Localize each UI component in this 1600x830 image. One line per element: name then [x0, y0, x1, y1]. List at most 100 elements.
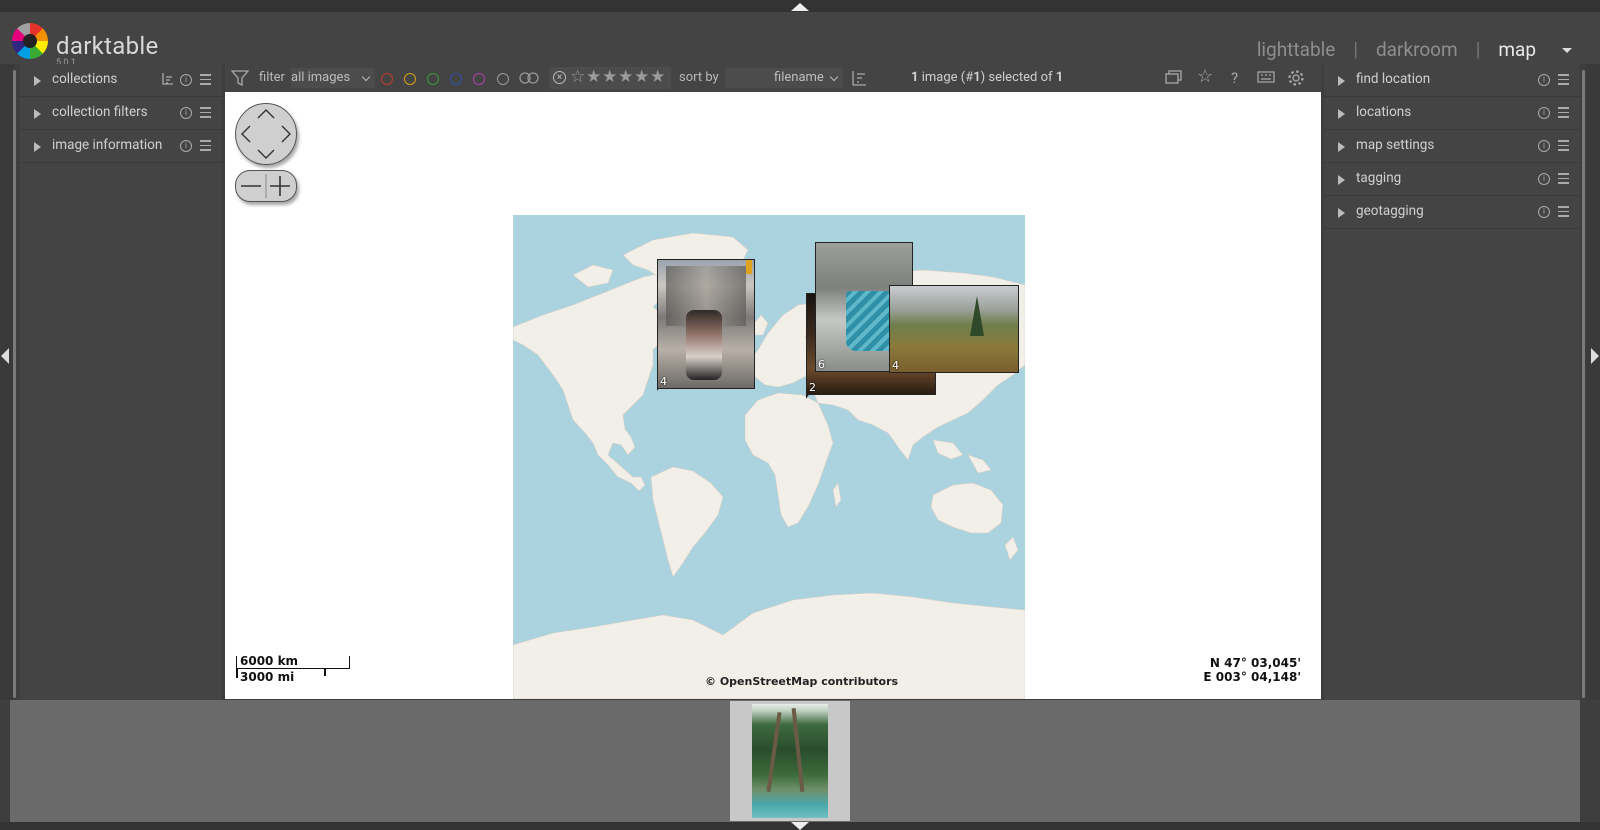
expand-arrow-icon[interactable] [34, 109, 41, 119]
star-3-icon[interactable]: ★ [618, 67, 633, 87]
sort-dropdown[interactable]: filename [725, 68, 843, 88]
presets-menu-icon[interactable] [1558, 140, 1569, 151]
pan-arrows-icon[interactable] [236, 104, 296, 164]
presets-menu-icon[interactable] [200, 140, 211, 151]
expand-arrow-icon[interactable] [1338, 142, 1345, 152]
star-2-icon[interactable]: ★ [602, 67, 617, 87]
rating-filter[interactable]: × ☆ ★ ★ ★ ★ ★ [549, 67, 671, 89]
info-icon[interactable]: i [180, 140, 192, 152]
image-pin-street[interactable]: 4 [657, 259, 755, 389]
info-icon[interactable]: i [1538, 140, 1550, 152]
preferences-gear-icon[interactable] [1287, 69, 1305, 87]
color-label-operator-icon[interactable] [519, 72, 539, 84]
module-label: collections [52, 71, 118, 87]
color-label-green-icon[interactable] [427, 73, 439, 85]
app-name: darktable [56, 32, 159, 60]
coordinate-longitude: E 003° 04,148' [1203, 670, 1301, 684]
color-label-none-icon[interactable] [497, 73, 509, 85]
image-pin-landscape[interactable]: 4 [889, 285, 1019, 373]
map-attribution: © OpenStreetMap contributors [705, 675, 899, 688]
info-icon[interactable]: i [1538, 107, 1550, 119]
view-darkroom[interactable]: darkroom [1376, 38, 1458, 61]
view-map[interactable]: map [1498, 38, 1536, 61]
view-menu-dropdown-icon[interactable] [1562, 48, 1572, 53]
selection-count: 1 image (#1) selected of 1 [911, 70, 1064, 85]
star-5-icon[interactable]: ★ [650, 67, 665, 87]
left-panel: collections i collection filters i image… [20, 64, 222, 700]
collapse-bottom-panel-arrow-icon[interactable] [791, 822, 809, 830]
overlays-star-icon[interactable]: ☆ [1197, 66, 1213, 87]
presets-menu-icon[interactable] [1558, 74, 1569, 85]
presets-menu-icon[interactable] [1558, 107, 1569, 118]
right-panel: find location i locations i map settings… [1324, 64, 1580, 700]
grouping-icon[interactable] [1165, 69, 1183, 85]
collapse-right-panel-arrow-icon[interactable] [1591, 348, 1599, 364]
module-geotagging[interactable]: geotagging i [1324, 196, 1580, 229]
view-switcher: lighttable | darkroom | map [1257, 38, 1536, 61]
expand-arrow-icon[interactable] [1338, 175, 1345, 185]
color-label-purple-icon[interactable] [473, 73, 485, 85]
left-panel-scrollbar[interactable] [13, 70, 16, 698]
pan-control[interactable] [235, 103, 297, 165]
header: darktable 5.0.1 lighttable | darkroom | … [0, 12, 1600, 68]
star-4-icon[interactable]: ★ [634, 67, 649, 87]
cursor-coordinates: N 47° 03,045' E 003° 04,148' [1203, 656, 1301, 684]
presets-menu-icon[interactable] [1558, 173, 1569, 184]
module-map-settings[interactable]: map settings i [1324, 130, 1580, 163]
darktable-logo-icon [12, 23, 48, 59]
scale-km: 6000 km [240, 654, 299, 668]
expand-arrow-icon[interactable] [34, 142, 41, 152]
chevron-down-icon [829, 72, 839, 82]
not-rated-icon[interactable]: ☆ [570, 67, 585, 87]
filter-dropdown[interactable]: all images [291, 68, 375, 88]
reject-icon[interactable]: × [553, 71, 566, 84]
star-1-icon[interactable]: ★ [586, 67, 601, 87]
info-icon[interactable]: i [1538, 74, 1550, 86]
color-label-blue-icon[interactable] [450, 73, 462, 85]
info-icon[interactable]: i [1538, 206, 1550, 218]
module-label: image information [52, 137, 163, 153]
zoom-in-icon[interactable] [270, 176, 290, 196]
view-lighttable[interactable]: lighttable [1257, 38, 1336, 61]
module-tagging[interactable]: tagging i [1324, 163, 1580, 196]
module-collection-filters[interactable]: collection filters i [20, 97, 222, 130]
coordinate-latitude: N 47° 03,045' [1209, 656, 1301, 670]
zoom-control[interactable] [235, 170, 297, 202]
filter-icon[interactable] [231, 70, 249, 86]
expand-arrow-icon[interactable] [1338, 109, 1345, 119]
presets-menu-icon[interactable] [200, 107, 211, 118]
filmstrip-thumbnail[interactable] [730, 701, 850, 821]
module-label: map settings [1356, 137, 1435, 153]
info-icon[interactable]: i [180, 74, 192, 86]
expand-arrow-icon[interactable] [1338, 208, 1345, 218]
scale-mi: 3000 mi [240, 670, 295, 684]
collapse-left-panel-arrow-icon[interactable] [1, 348, 9, 364]
right-border [1586, 64, 1600, 700]
keyboard-shortcuts-icon[interactable] [1257, 71, 1275, 83]
sort-icon[interactable] [162, 73, 174, 85]
thumbnail-image [752, 704, 828, 818]
map-canvas[interactable]: 4 2 6 4 6000 km 3000 mi N 47° 03,045' E … [225, 92, 1321, 699]
info-icon[interactable]: i [1538, 173, 1550, 185]
module-locations[interactable]: locations i [1324, 97, 1580, 130]
module-find-location[interactable]: find location i [1324, 64, 1580, 97]
pin-count: 2 [809, 381, 816, 394]
presets-menu-icon[interactable] [200, 74, 211, 85]
info-icon[interactable]: i [180, 107, 192, 119]
color-label-red-icon[interactable] [381, 73, 393, 85]
help-icon[interactable]: ? [1231, 69, 1238, 87]
color-label-yellow-icon[interactable] [404, 73, 416, 85]
module-label: collection filters [52, 104, 148, 120]
expand-arrow-icon[interactable] [34, 76, 41, 86]
sort-order-icon[interactable] [851, 70, 867, 86]
collapse-top-panel-arrow-icon[interactable] [791, 3, 809, 11]
expand-arrow-icon[interactable] [1338, 76, 1345, 86]
top-toolbar: filter all images × ☆ ★ ★ ★ ★ ★ sort by … [225, 64, 1321, 92]
right-panel-scrollbar[interactable] [1582, 70, 1585, 698]
module-image-information[interactable]: image information i [20, 130, 222, 163]
presets-menu-icon[interactable] [1558, 206, 1569, 217]
module-collections[interactable]: collections i [20, 64, 222, 97]
module-label: find location [1356, 71, 1431, 87]
module-label: tagging [1356, 170, 1402, 186]
pin-count: 4 [660, 375, 667, 388]
